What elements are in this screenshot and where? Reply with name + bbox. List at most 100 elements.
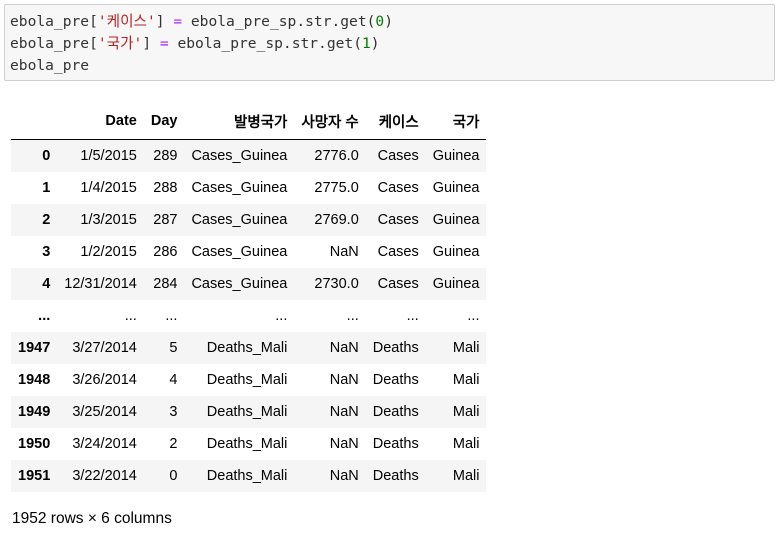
table-cell: 2775.0: [314, 180, 359, 196]
table-cell: 287: [153, 212, 178, 228]
row-index: ...: [38, 308, 51, 324]
table-cell: Cases: [377, 276, 419, 292]
table-row: 4 12/31/2014 284 Cases_Guinea 2730.0 Cases Gui…: [11, 268, 487, 300]
table-cell: 3/22/2014: [72, 468, 137, 484]
code-token-num: 1: [361, 35, 371, 52]
table-cell: Deaths_Mali: [206, 436, 288, 452]
table-cell: Cases_Guinea: [191, 244, 288, 260]
table-cell: Cases_Guinea: [191, 212, 288, 228]
table-cell: Cases: [377, 212, 419, 228]
code-token-plain: ebola_pre[: [10, 13, 98, 30]
column-header: 발병국가: [184, 103, 295, 140]
column-header: 국가: [425, 103, 487, 140]
table-body: 0 1/5/2015 289 Cases_Guinea 2776.0 Cases Guine…: [11, 139, 487, 492]
table-cell: 1/5/2015: [80, 148, 137, 164]
table-cell: ...: [275, 308, 288, 324]
code-token-plain: ebola_pre_sp.str.get(: [168, 35, 362, 52]
table-cell: Deaths_Mali: [206, 404, 288, 420]
code-line: ebola_pre: [10, 55, 769, 77]
code-token-plain: ebola_pre[: [10, 35, 98, 52]
table-cell: Deaths_Mali: [206, 468, 288, 484]
column-header: Date: [57, 103, 144, 140]
table-cell: Guinea: [432, 180, 480, 196]
table-cell: Deaths: [372, 404, 419, 420]
dataframe-table: Date Day 발병국가 사망자 수 케이스 국가 0 1/5/2015 289 Cases_…: [11, 103, 487, 492]
table-cell: Deaths_Mali: [206, 372, 288, 388]
code-token-num: 0: [375, 13, 385, 30]
table-cell: 5: [169, 340, 178, 356]
row-index: 1949: [18, 404, 51, 420]
row-index: 1947: [18, 340, 51, 356]
header-row: Date Day 발병국가 사망자 수 케이스 국가: [11, 103, 487, 140]
table-cell: ...: [467, 308, 480, 324]
code-cell-input[interactable]: ebola_pre['케이스'] = ebola_pre_sp.str.get(…: [4, 4, 775, 81]
table-cell: Cases: [377, 244, 419, 260]
code-token-plain: ): [370, 35, 380, 52]
table-cell: Guinea: [432, 148, 480, 164]
code-line: ebola_pre['국가'] = ebola_pre_sp.str.get(1…: [10, 33, 769, 55]
row-index: 1951: [18, 468, 51, 484]
table-cell: Cases: [377, 180, 419, 196]
table-cell: 2769.0: [314, 212, 359, 228]
table-cell: Cases_Guinea: [191, 180, 288, 196]
table-cell: Mali: [452, 404, 480, 420]
table-cell: Guinea: [432, 244, 480, 260]
table-cell: 3/24/2014: [72, 436, 137, 452]
table-cell: Mali: [452, 372, 480, 388]
table-cell: ...: [346, 308, 359, 324]
table-cell: 3/26/2014: [72, 372, 137, 388]
table-cell: NaN: [329, 436, 359, 452]
table-cell: 288: [153, 180, 178, 196]
table-cell: Mali: [452, 468, 480, 484]
table-header: Date Day 발병국가 사망자 수 케이스 국가: [11, 103, 487, 140]
table-cell: Cases: [377, 148, 419, 164]
code-line: ebola_pre['케이스'] = ebola_pre_sp.str.get(…: [10, 11, 769, 33]
column-header: 케이스: [365, 103, 426, 140]
table-cell: ...: [165, 308, 178, 324]
code-token-op: =: [173, 13, 183, 30]
table-cell: 2730.0: [314, 276, 359, 292]
table-row: 0 1/5/2015 289 Cases_Guinea 2776.0 Cases Guine…: [11, 139, 487, 172]
table-cell: Deaths: [372, 436, 419, 452]
table-cell: Guinea: [432, 276, 480, 292]
table-cell: Mali: [452, 340, 480, 356]
code-token-str: '케이스': [97, 13, 156, 30]
table-cell: Cases_Guinea: [191, 148, 288, 164]
table-cell: 284: [153, 276, 178, 292]
code-token-plain: ebola_pre_sp.str.get(: [182, 13, 376, 30]
row-index: 2: [42, 212, 51, 228]
ellipsis-row: .....................: [11, 300, 487, 332]
table-cell: 3/27/2014: [72, 340, 137, 356]
row-index: 1950: [18, 436, 51, 452]
table-row: 1948 3/26/2014 4 Deaths_Mali NaN Deaths Mali: [11, 364, 487, 396]
table-row: 1947 3/27/2014 5 Deaths_Mali NaN Deaths Mali: [11, 332, 487, 364]
table-cell: 1/2/2015: [80, 244, 137, 260]
table-cell: 0: [169, 468, 178, 484]
code-token-plain: ]: [142, 35, 160, 52]
table-cell: Guinea: [432, 212, 480, 228]
table-cell: 3/25/2014: [72, 404, 137, 420]
table-cell: 4: [169, 372, 178, 388]
table-cell: NaN: [329, 244, 359, 260]
table-cell: Deaths: [372, 372, 419, 388]
row-index: 1948: [18, 372, 51, 388]
column-header: Day: [143, 103, 185, 140]
code-token-plain: ]: [155, 13, 174, 30]
row-index: 3: [42, 244, 51, 260]
index-header: [11, 103, 58, 140]
table-cell: NaN: [329, 468, 359, 484]
column-header: 사망자 수: [294, 103, 366, 140]
table-cell: ...: [406, 308, 419, 324]
table-row: 1949 3/25/2014 3 Deaths_Mali NaN Deaths Mali: [11, 396, 487, 428]
code-token-plain: ): [384, 13, 393, 30]
table-cell: 12/31/2014: [64, 276, 137, 292]
table-row: 1951 3/22/2014 0 Deaths_Mali NaN Deaths Mali: [11, 460, 487, 492]
dataframe-output: Date Day 발병국가 사망자 수 케이스 국가 0 1/5/2015 289 Cases_…: [11, 103, 487, 492]
table-row: 3 1/2/2015 286 Cases_Guinea NaN Cases Guinea: [11, 236, 487, 268]
table-cell: 2776.0: [314, 148, 359, 164]
row-index: 4: [42, 276, 51, 292]
table-cell: Deaths_Mali: [206, 340, 288, 356]
table-cell: ...: [124, 308, 137, 324]
table-cell: Deaths: [372, 340, 419, 356]
table-cell: Mali: [452, 436, 480, 452]
